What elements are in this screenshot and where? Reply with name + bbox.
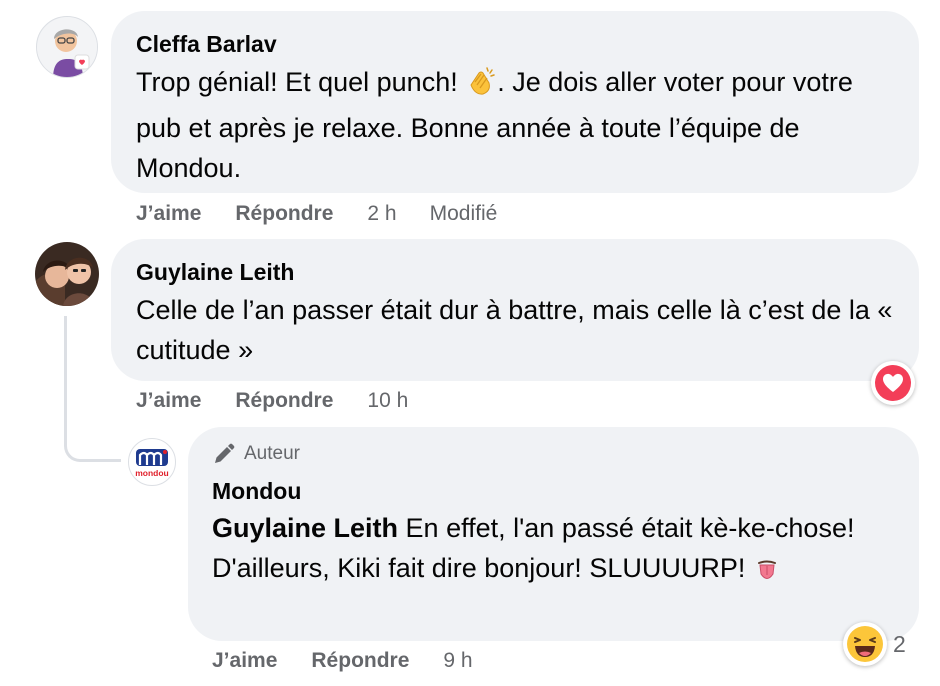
- comment-bubble: Guylaine Leith Celle de l’an passer étai…: [111, 239, 919, 381]
- logo-text: mondou: [135, 468, 169, 478]
- thread-connector: [64, 316, 121, 462]
- reply-actions: J’aime Répondre 9 h: [212, 648, 473, 674]
- clapping-hands-icon: [465, 65, 497, 108]
- like-link[interactable]: J’aime: [136, 389, 201, 413]
- reaction-summary[interactable]: 2: [843, 622, 906, 666]
- reply-author[interactable]: Mondou: [212, 477, 919, 505]
- comment-author[interactable]: Guylaine Leith: [136, 258, 919, 286]
- author-badge: Auteur: [212, 441, 919, 467]
- timestamp[interactable]: 10 h: [367, 389, 408, 413]
- reply-text: Guylaine Leith En effet, l'an passé étai…: [212, 508, 872, 594]
- reply-link[interactable]: Répondre: [235, 389, 333, 413]
- avatar-guylaine[interactable]: [35, 242, 99, 306]
- comment-text: Celle de l’an passer était dur à battre,…: [136, 295, 893, 365]
- avatar-mondou[interactable]: mondou: [128, 438, 176, 486]
- author-badge-label: Auteur: [244, 443, 300, 464]
- pencil-icon: [212, 442, 236, 466]
- mondou-logo-icon: mondou: [135, 449, 169, 478]
- timestamp[interactable]: 2 h: [367, 202, 396, 226]
- heart-icon: [875, 365, 911, 401]
- reply-link[interactable]: Répondre: [311, 649, 409, 673]
- reply-link[interactable]: Répondre: [235, 202, 333, 226]
- like-link[interactable]: J’aime: [212, 649, 277, 673]
- tongue-face-icon: [753, 554, 781, 594]
- reply-bubble: Auteur Mondou Guylaine Leith En effet, l…: [188, 427, 919, 641]
- profile-photo-icon: [35, 242, 99, 306]
- timestamp[interactable]: 9 h: [443, 649, 472, 673]
- comment-actions: J’aime Répondre 2 h Modifié: [136, 201, 497, 227]
- laughing-face-icon: [847, 626, 883, 662]
- reaction-badge[interactable]: [871, 361, 915, 405]
- mention-link[interactable]: Guylaine Leith: [212, 513, 398, 543]
- comment-actions: J’aime Répondre 10 h: [136, 388, 408, 414]
- edited-label: Modifié: [429, 202, 498, 225]
- memoji-avatar-icon: [37, 17, 97, 77]
- avatar-cleffa[interactable]: [36, 16, 98, 78]
- comment-author[interactable]: Cleffa Barlav: [136, 30, 919, 58]
- comment-bubble: Cleffa Barlav Trop génial! Et quel punch…: [111, 11, 919, 193]
- comment-text: Trop génial! Et quel punch! . Je dois al…: [136, 65, 853, 183]
- like-link[interactable]: J’aime: [136, 202, 201, 226]
- laughing-reaction: [843, 622, 887, 666]
- reaction-count: 2: [893, 630, 906, 657]
